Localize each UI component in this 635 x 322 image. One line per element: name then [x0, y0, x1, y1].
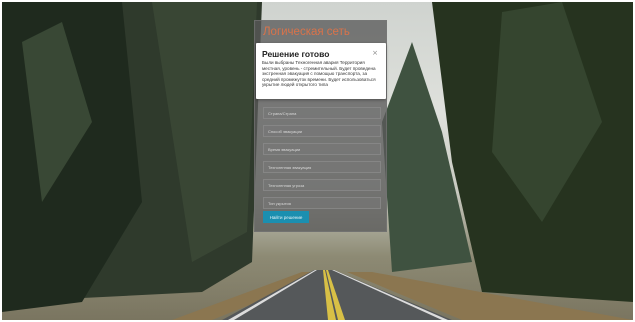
field-technogenic-threat[interactable]: Техногенная угроза: [263, 179, 381, 191]
field-shelter-type[interactable]: Тип укрытия: [263, 197, 381, 209]
field-country[interactable]: Страна/Страна: [263, 107, 381, 119]
form-title: Логическая сеть: [263, 26, 350, 38]
close-icon[interactable]: ×: [372, 49, 378, 57]
find-solution-button[interactable]: Найти решение: [263, 211, 309, 223]
dialog-message: Были выбраны Техногенная авария Территор…: [262, 60, 376, 88]
field-evacuation-time[interactable]: Время эвакуации: [263, 143, 381, 155]
solution-ready-dialog: Решение готово × Были выбраны Техногенна…: [256, 43, 386, 99]
field-technogenic-evacuation[interactable]: Техногенная эвакуация: [263, 161, 381, 173]
field-evacuation-method[interactable]: Способ эвакуации: [263, 125, 381, 137]
dialog-title: Решение готово: [262, 49, 330, 59]
